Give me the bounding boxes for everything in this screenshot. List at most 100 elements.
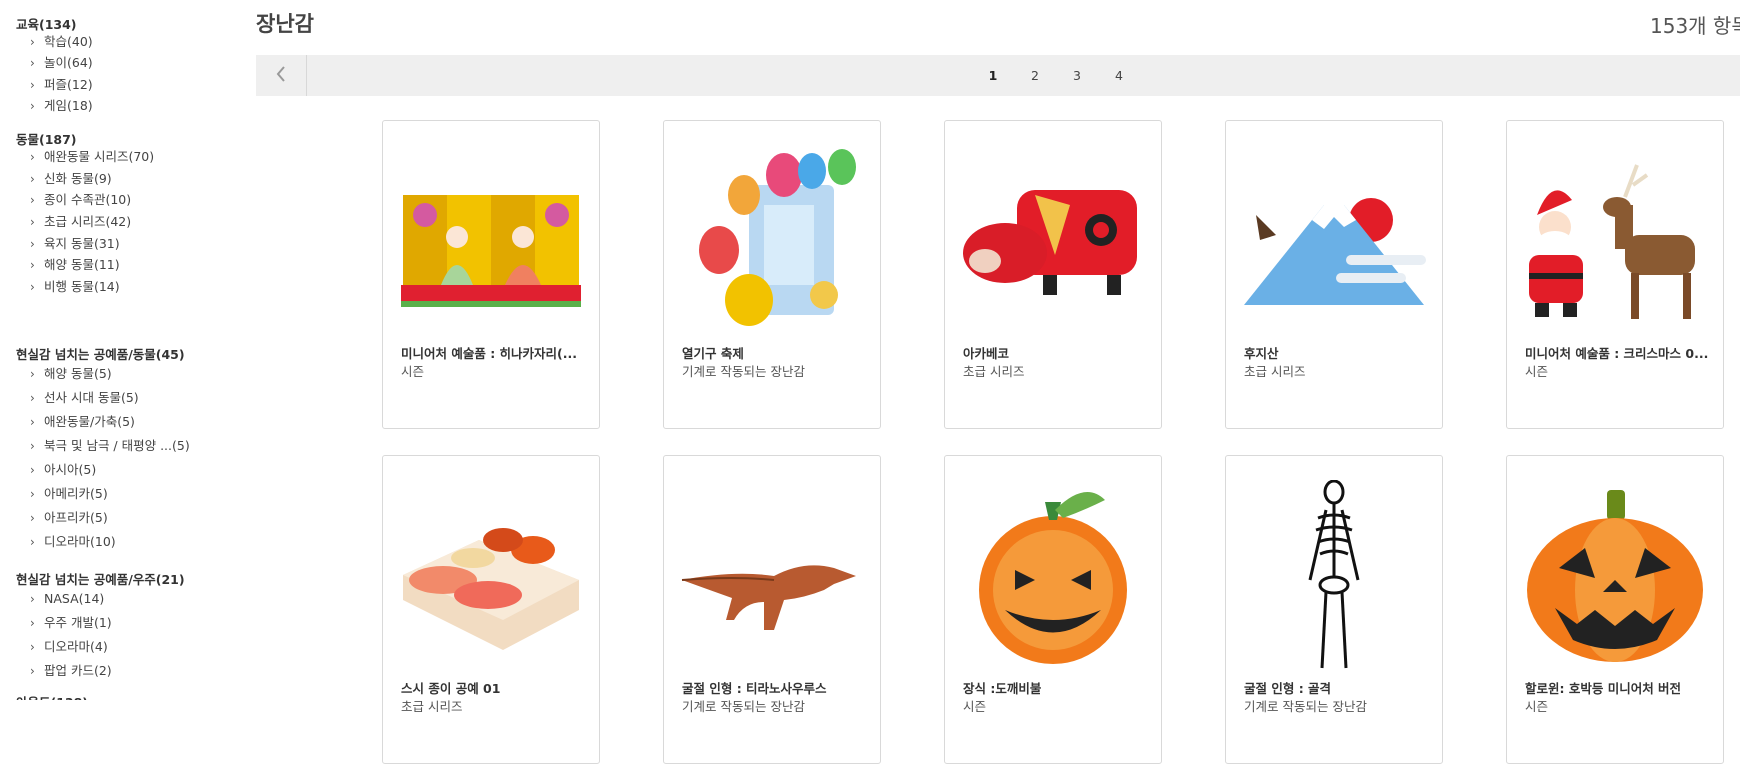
category-title-education[interactable]: 교육(134) [16,14,77,33]
product-card[interactable]: 아카베코 초급 시리즈 [944,120,1162,429]
chevron-right-icon: › [30,99,35,113]
category-title-realistic-animals[interactable]: 현실감 넘치는 공예품/동물(45) [16,344,185,363]
page-4-link[interactable]: 4 [1109,55,1129,96]
sidebar-item-africa[interactable]: › 아프리카(5) [30,508,108,528]
product-title: 굴절 인형 : 골격 [1244,681,1332,696]
mount-fuji-icon [1244,198,1426,305]
chevron-right-icon: › [30,592,35,606]
sidebar-item-polar-pacific[interactable]: › 북극 및 남극 / 태평양 ...(5) [30,436,190,456]
sidebar-item-mythical-animals[interactable]: › 신화 동물(9) [30,169,112,189]
sidebar-item-play[interactable]: › 놀이(64) [30,53,93,73]
product-card[interactable]: 미니어처 예술품 : 히나카자리(... 시즌 [382,120,600,429]
santa-reindeer-icon [1529,164,1695,319]
product-card[interactable]: 굴절 인형 : 티라노사우루스 기계로 작동되는 장난감 [663,455,881,764]
hot-air-balloon-icon [699,149,856,326]
akabeko-cow-icon [963,190,1137,295]
sidebar-item-asia[interactable]: › 아시아(5) [30,460,96,480]
product-card[interactable]: 스시 종이 공예 01 초급 시리즈 [382,455,600,764]
item-count: 153개 항목 [1650,14,1740,38]
jack-o-lantern-icon [979,492,1127,664]
product-card[interactable]: 굴절 인형 : 골격 기계로 작동되는 장난감 [1225,455,1443,764]
product-category: 시즌 [1525,364,1549,379]
product-image [1507,145,1723,335]
chevron-right-icon: › [30,439,35,453]
chevron-right-icon: › [30,535,35,549]
product-image [1226,145,1442,335]
sidebar-item-land-animals[interactable]: › 육지 동물(31) [30,234,120,254]
chevron-right-icon: › [30,391,35,405]
hina-doll-icon [401,195,581,307]
sushi-icon [403,528,579,650]
product-title: 후지산 [1244,346,1279,361]
chevron-right-icon: › [30,280,35,294]
product-title: 열기구 축제 [682,346,744,361]
product-card[interactable]: 할로윈: 호박등 미니어처 버전 시즌 [1506,455,1724,764]
product-category: 시즌 [1525,699,1549,714]
chevron-right-icon: › [30,78,35,92]
sidebar-item-marine[interactable]: › 해양 동물(5) [30,364,112,384]
chevron-right-icon: › [30,664,35,678]
chevron-right-icon: › [30,56,35,70]
prev-page-button[interactable] [256,55,307,96]
sidebar-item-learning[interactable]: › 학습(40) [30,32,93,52]
product-title: 미니어처 예술품 : 크리스마스 0... [1525,346,1709,361]
chevron-right-icon: › [30,237,35,251]
category-title-animals[interactable]: 동물(187) [16,129,77,148]
chevron-right-icon: › [30,640,35,654]
category-title-realistic-space[interactable]: 현실감 넘치는 공예품/우주(21) [16,569,185,588]
product-category: 초급 시리즈 [401,699,463,714]
sidebar-item-diorama[interactable]: › 디오라마(10) [30,532,116,552]
product-image [383,145,599,335]
chevron-right-icon: › [30,487,35,501]
sidebar-item-pets-livestock[interactable]: › 애완동물/가축(5) [30,412,135,432]
chevron-right-icon: › [30,258,35,272]
pumpkin-lantern-icon [1527,490,1703,662]
product-image [1507,480,1723,670]
chevron-right-icon: › [30,150,35,164]
product-title: 굴절 인형 : 티라노사우루스 [682,681,827,696]
chevron-right-icon: › [30,215,35,229]
product-image [1226,479,1442,670]
category-title-outdoor[interactable]: 아웃도(138) [16,692,88,700]
page-2-link[interactable]: 2 [1025,55,1045,96]
product-card[interactable]: 미니어처 예술품 : 크리스마스 0... 시즌 [1506,120,1724,429]
product-image [383,480,599,670]
sidebar-item-paper-aquarium[interactable]: › 종이 수족관(10) [30,190,131,210]
product-image [664,480,880,670]
chevron-right-icon: › [30,193,35,207]
sidebar-item-sea-animals[interactable]: › 해양 동물(11) [30,255,120,275]
chevron-right-icon: › [30,367,35,381]
sidebar-item-space-dev[interactable]: › 우주 개발(1) [30,613,112,633]
product-category: 시즌 [963,699,987,714]
chevron-right-icon: › [30,616,35,630]
product-image [945,480,1161,670]
product-title: 아카베코 [963,346,1010,361]
tyrannosaurus-icon [681,565,856,630]
sidebar-item-space-diorama[interactable]: › 디오라마(4) [30,637,108,657]
product-title: 미니어처 예술품 : 히나카자리(... [401,346,578,361]
chevron-right-icon: › [30,172,35,186]
product-card[interactable]: 후지산 초급 시리즈 [1225,120,1443,429]
product-category: 기계로 작동되는 장난감 [1244,699,1367,714]
pagination-bar: 1 2 3 4 [256,55,1740,96]
sidebar-item-america[interactable]: › 아메리카(5) [30,484,108,504]
product-image [945,145,1161,335]
product-card[interactable]: 장식 :도깨비불 시즌 [944,455,1162,764]
sidebar-item-popup-card[interactable]: › 팝업 카드(2) [30,661,112,681]
chevron-right-icon: › [30,463,35,477]
sidebar-item-nasa[interactable]: › NASA(14) [30,589,104,609]
skeleton-icon [1308,479,1360,669]
sidebar-item-beginner-series[interactable]: › 초급 시리즈(42) [30,212,131,232]
product-category: 기계로 작동되는 장난감 [682,364,805,379]
product-card[interactable]: 열기구 축제 기계로 작동되는 장난감 [663,120,881,429]
page-1-link[interactable]: 1 [983,55,1003,96]
sidebar-item-flying-animals[interactable]: › 비행 동물(14) [30,277,120,297]
sidebar-item-prehistoric[interactable]: › 선사 시대 동물(5) [30,388,139,408]
chevron-right-icon: › [30,415,35,429]
sidebar-item-pet-series[interactable]: › 애완동물 시리즈(70) [30,147,154,167]
sidebar-item-game[interactable]: › 게임(18) [30,96,93,116]
page-3-link[interactable]: 3 [1067,55,1087,96]
chevron-right-icon: › [30,35,35,49]
page-title: 장난감 [256,12,314,36]
sidebar-item-puzzle[interactable]: › 퍼즐(12) [30,75,93,95]
